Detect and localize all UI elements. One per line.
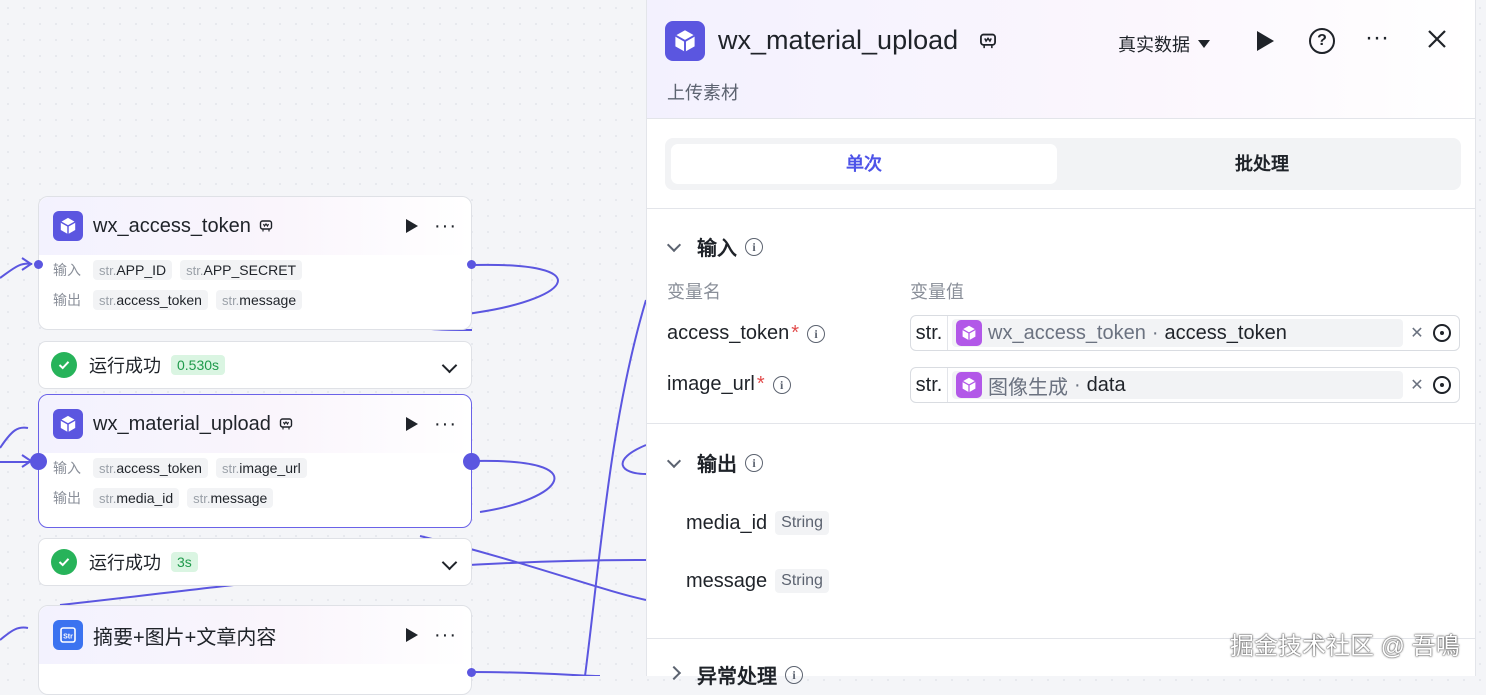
node-header: wx_material_upload ··· bbox=[39, 395, 471, 453]
run-time-badge: 3s bbox=[171, 552, 198, 572]
type-label: str. bbox=[911, 316, 948, 350]
node-title: 摘要+图片+文章内容 bbox=[93, 626, 277, 649]
more-menu-icon[interactable]: ··· bbox=[434, 216, 457, 236]
watermark: 掘金技术社区 @ 吾鳴 bbox=[1230, 633, 1460, 660]
plugin-badge-icon bbox=[980, 33, 996, 49]
param-tag: str.access_token bbox=[93, 290, 208, 310]
variable-picker-icon[interactable] bbox=[1433, 324, 1451, 342]
variable-picker-icon[interactable] bbox=[1433, 376, 1451, 394]
column-header-name: 变量名 bbox=[667, 282, 721, 302]
input-port[interactable] bbox=[34, 260, 43, 269]
more-menu-icon[interactable]: ··· bbox=[434, 625, 457, 645]
run-node-play-icon[interactable] bbox=[406, 628, 419, 642]
status-text: 运行成功 bbox=[89, 553, 161, 573]
svg-text:Str: Str bbox=[63, 634, 73, 641]
access-token-value-field[interactable]: str. wx_access_token · access_token ✕ bbox=[910, 315, 1460, 351]
plugin-cube-icon bbox=[53, 409, 83, 439]
param-tag: str.message bbox=[215, 290, 303, 310]
info-icon[interactable]: i bbox=[772, 375, 791, 394]
data-mode-dropdown[interactable]: 真实数据 bbox=[1118, 31, 1210, 57]
run-mode-segmented-control: 单次 批处理 bbox=[665, 138, 1461, 190]
node-outputs-row: 输出 str.media_id str.message bbox=[39, 483, 471, 513]
run-play-icon[interactable] bbox=[1257, 31, 1274, 51]
output-port[interactable] bbox=[467, 260, 476, 269]
chevron-right-icon bbox=[666, 665, 682, 680]
plugin-badge-icon bbox=[279, 418, 293, 430]
plugin-badge-icon bbox=[259, 220, 273, 232]
chevron-down-icon bbox=[666, 237, 682, 252]
param-tag: str.APP_ID bbox=[93, 260, 173, 280]
info-icon[interactable]: i bbox=[785, 665, 803, 684]
status-text: 运行成功 bbox=[89, 356, 161, 376]
run-status-bar[interactable]: 运行成功 3s bbox=[38, 538, 472, 586]
divider bbox=[647, 423, 1475, 424]
panel-subtitle: 上传素材 bbox=[667, 83, 739, 103]
success-check-icon bbox=[51, 549, 77, 575]
close-icon[interactable] bbox=[1426, 28, 1448, 50]
more-menu-icon[interactable]: ··· bbox=[434, 414, 457, 434]
input-port[interactable] bbox=[30, 453, 47, 470]
run-time-badge: 0.530s bbox=[171, 355, 226, 375]
node-title: wx_access_token bbox=[93, 214, 251, 237]
param-tag: str.access_token bbox=[93, 458, 208, 478]
chevron-down-icon[interactable] bbox=[441, 554, 458, 571]
node-detail-panel: wx_material_upload 上传素材 真实数据 ? ··· 单次 批处… bbox=[646, 0, 1476, 688]
success-check-icon bbox=[51, 352, 77, 378]
type-badge: String bbox=[775, 511, 829, 535]
tab-batch[interactable]: 批处理 bbox=[1069, 144, 1455, 184]
panel-title: wx_material_upload bbox=[718, 25, 959, 55]
input-section-header[interactable]: 输入 i bbox=[666, 232, 763, 261]
error-section-header[interactable]: 异常处理 i bbox=[666, 660, 803, 689]
type-badge: String bbox=[775, 569, 829, 593]
node-wx-access-token[interactable]: wx_access_token ··· 输入 str.APP_ID str.AP… bbox=[38, 196, 472, 330]
param-tag: str.image_url bbox=[215, 458, 307, 478]
variable-reference[interactable]: wx_access_token · access_token bbox=[952, 319, 1403, 347]
type-label: str. bbox=[911, 368, 948, 402]
run-node-play-icon[interactable] bbox=[406, 219, 419, 233]
node-inputs-row: 输入 str.APP_ID str.APP_SECRET bbox=[39, 255, 471, 285]
plugin-cube-icon bbox=[956, 320, 982, 346]
run-status-bar[interactable]: 运行成功 0.530s bbox=[38, 341, 472, 389]
node-header: wx_access_token ··· bbox=[39, 197, 471, 255]
output-var-media-id: media_id String bbox=[686, 511, 829, 535]
image-url-value-field[interactable]: str. 图像生成 · data ✕ bbox=[910, 367, 1460, 403]
node-title: wx_material_upload bbox=[93, 412, 271, 435]
node-inputs-row: 输入 str.access_token str.image_url bbox=[39, 453, 471, 483]
divider bbox=[647, 208, 1475, 209]
output-var-message: message String bbox=[686, 569, 829, 593]
param-tag: str.APP_SECRET bbox=[180, 260, 303, 280]
node-wx-material-upload[interactable]: wx_material_upload ··· 输入 str.access_tok… bbox=[38, 394, 472, 528]
plugin-cube-icon bbox=[956, 372, 982, 398]
variable-reference[interactable]: 图像生成 · data bbox=[952, 371, 1403, 399]
output-port[interactable] bbox=[463, 453, 480, 470]
input-var-image-url: image_url * i bbox=[667, 373, 791, 396]
output-section-header[interactable]: 输出 i bbox=[666, 448, 763, 477]
param-tag: str.media_id bbox=[93, 488, 180, 508]
node-header: Str 摘要+图片+文章内容 ··· bbox=[39, 606, 471, 664]
node-summary-image-content[interactable]: Str 摘要+图片+文章内容 ··· bbox=[38, 605, 472, 695]
info-icon[interactable]: i bbox=[807, 324, 826, 343]
input-var-access-token: access_token * i bbox=[667, 322, 826, 345]
clear-icon[interactable]: ✕ bbox=[1407, 375, 1427, 395]
plugin-cube-icon bbox=[53, 211, 83, 241]
run-node-play-icon[interactable] bbox=[406, 417, 419, 431]
info-icon[interactable]: i bbox=[745, 453, 763, 472]
info-icon[interactable]: i bbox=[745, 237, 763, 256]
tab-single[interactable]: 单次 bbox=[671, 144, 1057, 184]
plugin-cube-icon bbox=[665, 21, 705, 61]
more-menu-icon[interactable]: ··· bbox=[1365, 24, 1389, 52]
caret-down-icon bbox=[1198, 40, 1210, 48]
text-str-icon: Str bbox=[53, 620, 83, 650]
node-outputs-row: 输出 str.access_token str.message bbox=[39, 285, 471, 315]
clear-icon[interactable]: ✕ bbox=[1407, 323, 1427, 343]
chevron-down-icon bbox=[666, 453, 682, 468]
panel-header: wx_material_upload 上传素材 真实数据 ? ··· bbox=[647, 0, 1475, 119]
chevron-down-icon[interactable] bbox=[441, 357, 458, 374]
column-header-value: 变量值 bbox=[910, 282, 964, 302]
help-icon[interactable]: ? bbox=[1309, 28, 1335, 54]
param-tag: str.message bbox=[187, 488, 274, 508]
